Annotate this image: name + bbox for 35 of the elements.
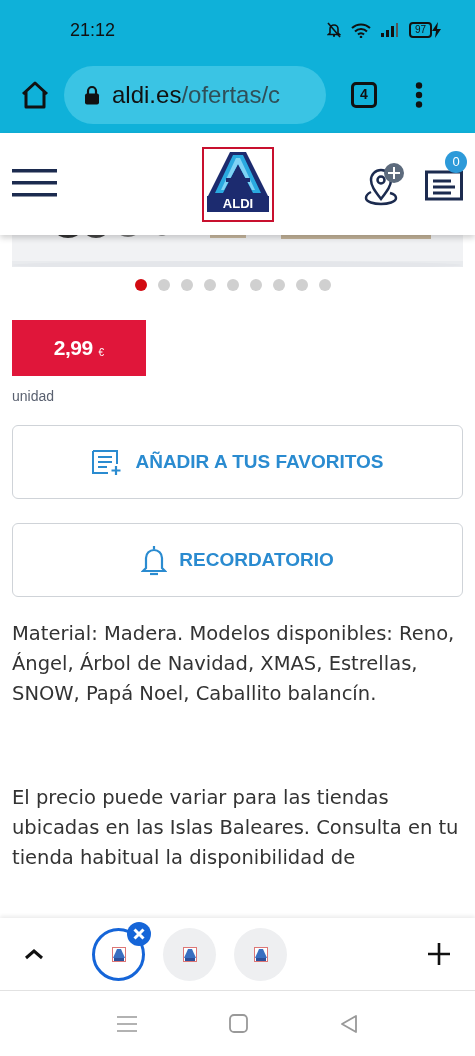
bell-off-icon xyxy=(326,22,341,38)
description-paragraph: Material: Madera. Modelos disponibles: Reno, Ángel, Árbol de Navidad, XMAS, Estrellas, SNOW, Papá Noel, Caballito balancín. xyxy=(12,621,456,707)
close-tab-icon[interactable] xyxy=(127,921,151,946)
signal-icon xyxy=(380,23,399,37)
charging-icon xyxy=(432,22,441,38)
price-tag: 2,99 € xyxy=(12,320,146,376)
list-count-badge: 0 xyxy=(445,151,467,173)
lock-icon xyxy=(84,84,100,105)
add-to-favorites-button[interactable]: AÑADIR A TUS FAVORITOS xyxy=(12,425,463,499)
site-favicon xyxy=(253,946,268,962)
tab-thumbnail[interactable] xyxy=(234,927,287,981)
home-icon[interactable] xyxy=(20,80,50,109)
list-add-icon xyxy=(91,449,124,475)
site-favicon xyxy=(182,946,197,962)
reminder-button[interactable]: RECORDATORIO xyxy=(12,523,463,597)
menu-icon[interactable] xyxy=(12,169,57,199)
aldi-logo[interactable]: ALDI xyxy=(202,146,274,222)
back-icon[interactable] xyxy=(340,1013,358,1034)
address-bar[interactable]: aldi.es/ofertas/c xyxy=(64,65,326,124)
shopping-list-icon[interactable] xyxy=(425,169,463,201)
wifi-icon xyxy=(350,22,371,38)
battery-indicator: 97 xyxy=(408,22,432,38)
more-menu-icon[interactable] xyxy=(415,81,423,108)
site-favicon xyxy=(111,946,126,962)
unit-label: unidad xyxy=(12,387,56,406)
home-button-icon[interactable] xyxy=(229,1014,248,1033)
bell-icon xyxy=(141,544,168,576)
url-text: aldi.es/ofertas/c xyxy=(112,79,281,110)
store-location-icon[interactable] xyxy=(363,162,405,206)
tab-thumbnail[interactable] xyxy=(163,927,216,981)
chevron-up-icon[interactable] xyxy=(24,948,44,960)
new-tab-icon[interactable] xyxy=(427,942,451,966)
description-paragraph: El precio puede variar para las tiendas ubicadas en las Islas Baleares. Consulta en tu tienda habitual la disponibilidad de xyxy=(12,785,460,871)
status-time: 21:12 xyxy=(70,18,116,42)
tab-count-button[interactable]: 4 xyxy=(351,81,377,108)
